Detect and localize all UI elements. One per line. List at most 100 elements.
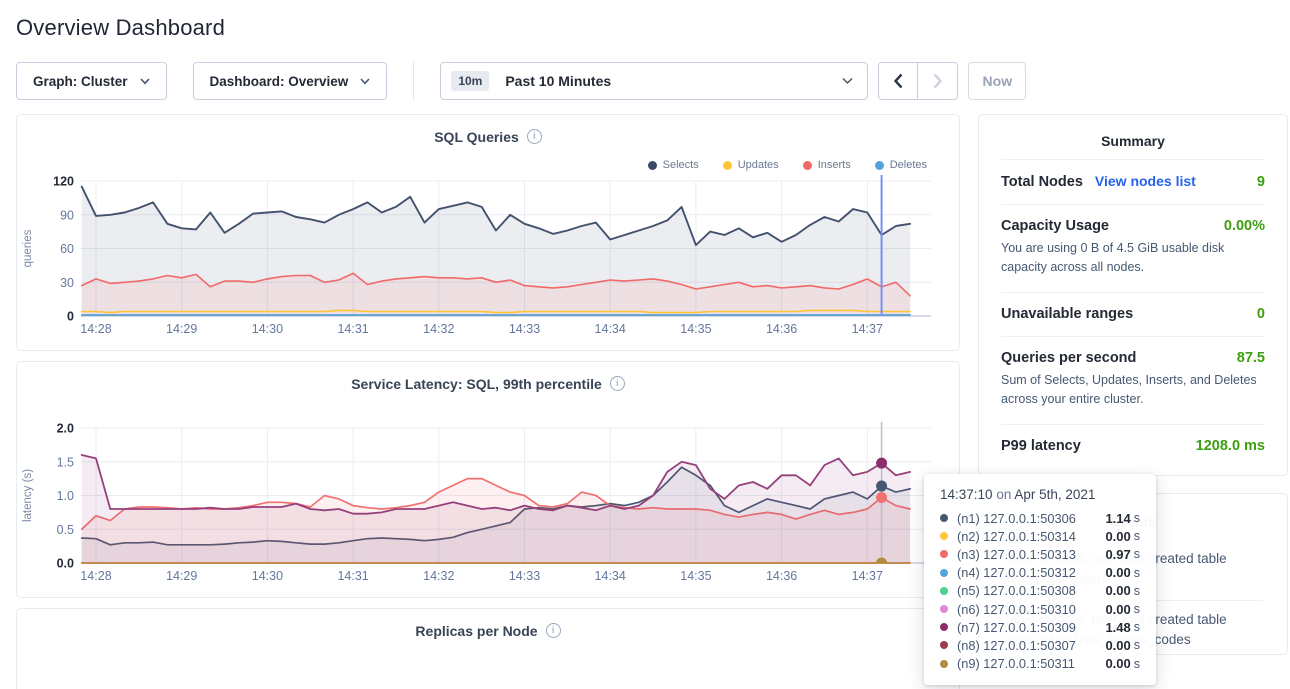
chevron-down-icon [360,78,370,85]
node-latency-value: 0.00 [1105,529,1130,544]
svg-text:queries: queries [22,229,34,267]
next-time-button[interactable] [918,62,958,100]
summary-panel: Summary Total Nodes View nodes list 9 Ca… [978,114,1288,476]
node-latency-value: 0.97 [1105,547,1130,562]
svg-text:14:28: 14:28 [80,569,111,583]
legend-label: Selects [663,159,699,171]
graph-selector-label: Graph: Cluster [33,74,128,89]
node-address: (n3) 127.0.0.1:50313 [957,547,1076,562]
hover-tooltip: 14:37:10 on Apr 5th, 2021 (n1) 127.0.0.1… [924,474,1156,685]
tooltip-node-row: (n9) 127.0.0.1:50311 0.00 s [940,655,1140,673]
summary-value: 9 [1257,174,1265,190]
latency-unit: s [1134,638,1140,652]
service-latency-chart[interactable]: 14:2814:2914:3014:3114:3214:3314:3414:35… [17,422,960,590]
prev-time-button[interactable] [878,62,918,100]
legend-item: Selects [648,157,699,173]
chevron-left-icon [894,73,903,89]
time-range-picker[interactable]: 10m Past 10 Minutes [440,62,868,100]
info-icon[interactable] [546,623,561,638]
chart-title: SQL Queries [434,129,519,145]
legend-item: Updates [723,157,779,173]
summary-label: Capacity Usage [1001,218,1109,234]
node-color-dot [940,550,948,558]
service-latency-card: Service Latency: SQL, 99th percentile 14… [16,361,960,598]
node-address: (n1) 127.0.0.1:50306 [957,511,1076,526]
time-step-buttons [878,62,958,100]
svg-text:14:30: 14:30 [252,322,283,336]
legend-label: Updates [738,159,779,171]
summary-label: Total Nodes [1001,174,1083,190]
node-color-dot [940,569,948,577]
dashboard-selector-button[interactable]: Dashboard: Overview [193,62,388,100]
summary-label: Unavailable ranges [1001,306,1133,322]
svg-text:14:37: 14:37 [852,569,883,583]
chevron-down-icon [140,78,150,85]
node-address: (n8) 127.0.0.1:50307 [957,638,1076,653]
node-latency-value: 0.00 [1105,656,1130,671]
controls-divider [413,62,414,100]
summary-description: Sum of Selects, Updates, Inserts, and De… [1001,371,1265,410]
sql-queries-chart[interactable]: 14:2814:2914:3014:3114:3214:3314:3414:35… [17,175,960,343]
node-color-dot [940,623,948,631]
now-button[interactable]: Now [968,62,1026,100]
chevron-down-icon [842,77,853,85]
node-latency-value: 1.14 [1105,511,1130,526]
node-latency-value: 0.00 [1105,565,1130,580]
node-latency-value: 0.00 [1105,602,1130,617]
summary-row-unavailable-ranges: Unavailable ranges 0 [1001,292,1265,336]
svg-text:14:33: 14:33 [509,322,540,336]
svg-text:0: 0 [67,310,74,324]
svg-text:14:32: 14:32 [423,322,454,336]
latency-unit: s [1134,657,1140,671]
node-address: (n6) 127.0.0.1:50310 [957,602,1076,617]
svg-text:14:35: 14:35 [680,569,711,583]
svg-text:14:28: 14:28 [80,322,111,336]
svg-text:14:30: 14:30 [252,569,283,583]
info-icon[interactable] [610,376,625,391]
svg-text:14:34: 14:34 [595,322,626,336]
svg-text:14:29: 14:29 [166,569,197,583]
node-color-dot [940,587,948,595]
time-range-badge: 10m [451,71,489,91]
svg-text:14:32: 14:32 [423,569,454,583]
svg-text:30: 30 [60,276,74,290]
summary-title: Summary [1001,129,1265,159]
summary-row-p99-latency: P99 latency 1208.0 ms [1001,424,1265,468]
svg-text:0.5: 0.5 [57,523,74,537]
svg-text:14:35: 14:35 [680,322,711,336]
svg-text:14:36: 14:36 [766,322,797,336]
svg-text:14:33: 14:33 [509,569,540,583]
node-color-dot [940,532,948,540]
legend-label: Inserts [818,159,851,171]
svg-text:14:37: 14:37 [852,322,883,336]
tooltip-node-row: (n4) 127.0.0.1:503120.00s [940,564,1140,582]
chart-legend [17,404,959,420]
chart-title: Service Latency: SQL, 99th percentile [351,376,602,392]
graph-selector-button[interactable]: Graph: Cluster [16,62,167,100]
latency-unit: s [1134,529,1140,543]
legend-label: Deletes [890,159,927,171]
summary-row-total-nodes: Total Nodes View nodes list 9 [1001,159,1265,204]
tooltip-node-row: (n8) 127.0.0.1:50307 0.00 s [940,636,1140,654]
overview-dashboard-page: Overview Dashboard Graph: Cluster Dashbo… [0,0,1290,689]
controls-bar: Graph: Cluster Dashboard: Overview 10m P… [16,62,1274,100]
tooltip-node-row: (n7) 127.0.0.1:503091.48s [940,618,1140,636]
svg-text:14:31: 14:31 [337,322,368,336]
chart-title: Replicas per Node [415,623,537,639]
replicas-per-node-card: Replicas per Node [16,608,960,689]
node-address: (n9) 127.0.0.1:50311 [957,656,1075,671]
node-address: (n5) 127.0.0.1:50308 [957,583,1076,598]
view-nodes-link[interactable]: View nodes list [1095,173,1196,189]
svg-text:0.0: 0.0 [57,557,74,571]
summary-value: 0.00% [1224,218,1265,234]
summary-value: 0 [1257,306,1265,322]
info-icon[interactable] [527,129,542,144]
node-address: (n2) 127.0.0.1:50314 [957,529,1076,544]
node-latency-value: 0.00 [1105,638,1130,653]
latency-unit: s [1134,620,1140,634]
summary-label: P99 latency [1001,438,1081,454]
node-latency-value: 0.00 [1105,583,1130,598]
tooltip-node-row: (n6) 127.0.0.1:503100.00s [940,600,1140,618]
tooltip-node-row: (n3) 127.0.0.1:503130.97s [940,545,1140,563]
tooltip-timestamp: 14:37:10 on Apr 5th, 2021 [940,487,1140,502]
